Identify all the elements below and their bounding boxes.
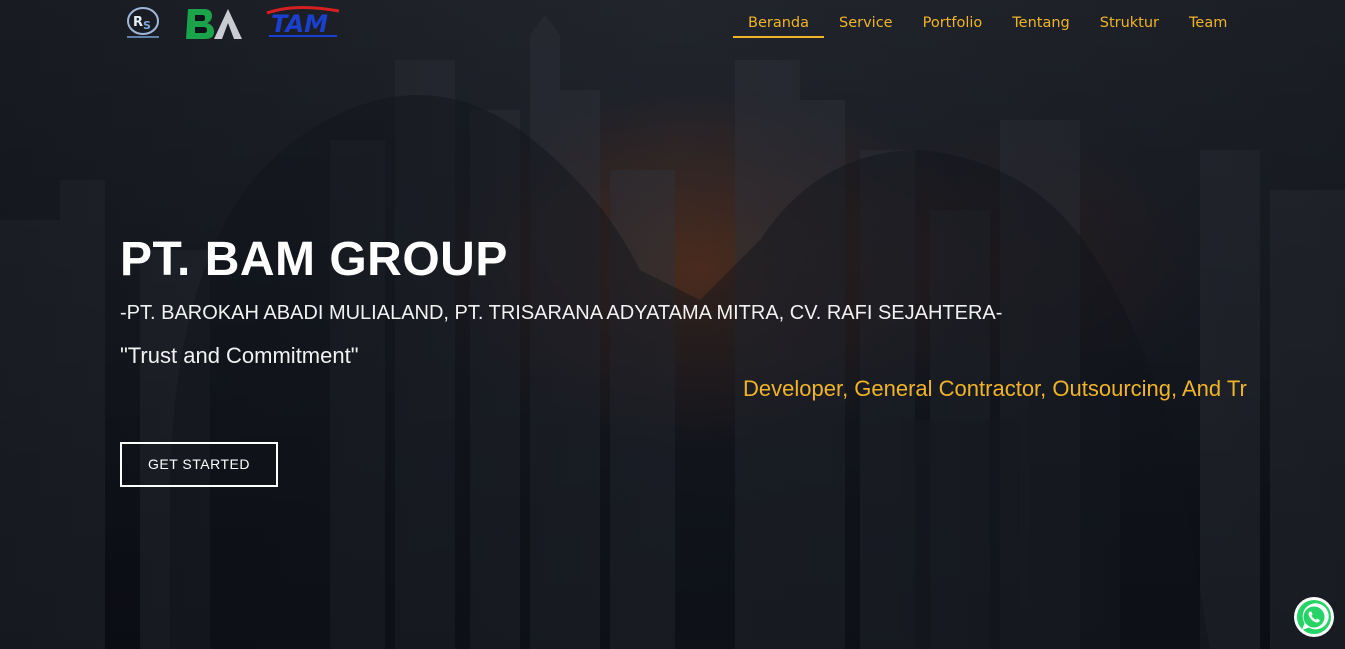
main-nav: Beranda Service Portfolio Tentang Strukt… [733, 10, 1242, 38]
svg-text:S: S [143, 19, 151, 32]
hero-section: R S TAM Beranda Service Portfolio Tentan… [0, 0, 1345, 649]
nav-item-team[interactable]: Team [1174, 10, 1242, 36]
hero-title: PT. BAM GROUP [120, 233, 508, 286]
get-started-button[interactable]: GET STARTED [120, 442, 278, 487]
svg-text:TAM: TAM [271, 10, 328, 38]
hero-subtitle: -PT. BAROKAH ABADI MULIALAND, PT. TRISAR… [120, 302, 1003, 324]
services-marquee: Developer, General Contractor, Outsourci… [743, 374, 1306, 406]
whatsapp-icon[interactable] [1293, 596, 1335, 638]
nav-item-beranda[interactable]: Beranda [733, 10, 824, 38]
nav-item-struktur[interactable]: Struktur [1085, 10, 1174, 36]
ba-logo[interactable] [184, 5, 244, 41]
rs-logo[interactable]: R S [125, 5, 161, 41]
marquee-text: Developer, General Contractor, Outsourci… [743, 376, 1247, 401]
nav-item-portfolio[interactable]: Portfolio [908, 10, 998, 36]
hero-tagline: "Trust and Commitment" [120, 343, 359, 368]
svg-text:R: R [133, 15, 143, 30]
site-header: R S TAM Beranda Service Portfolio Tentan… [0, 0, 1345, 48]
nav-item-tentang[interactable]: Tentang [997, 10, 1084, 36]
tam-logo[interactable]: TAM [265, 5, 341, 41]
nav-item-service[interactable]: Service [824, 10, 908, 36]
